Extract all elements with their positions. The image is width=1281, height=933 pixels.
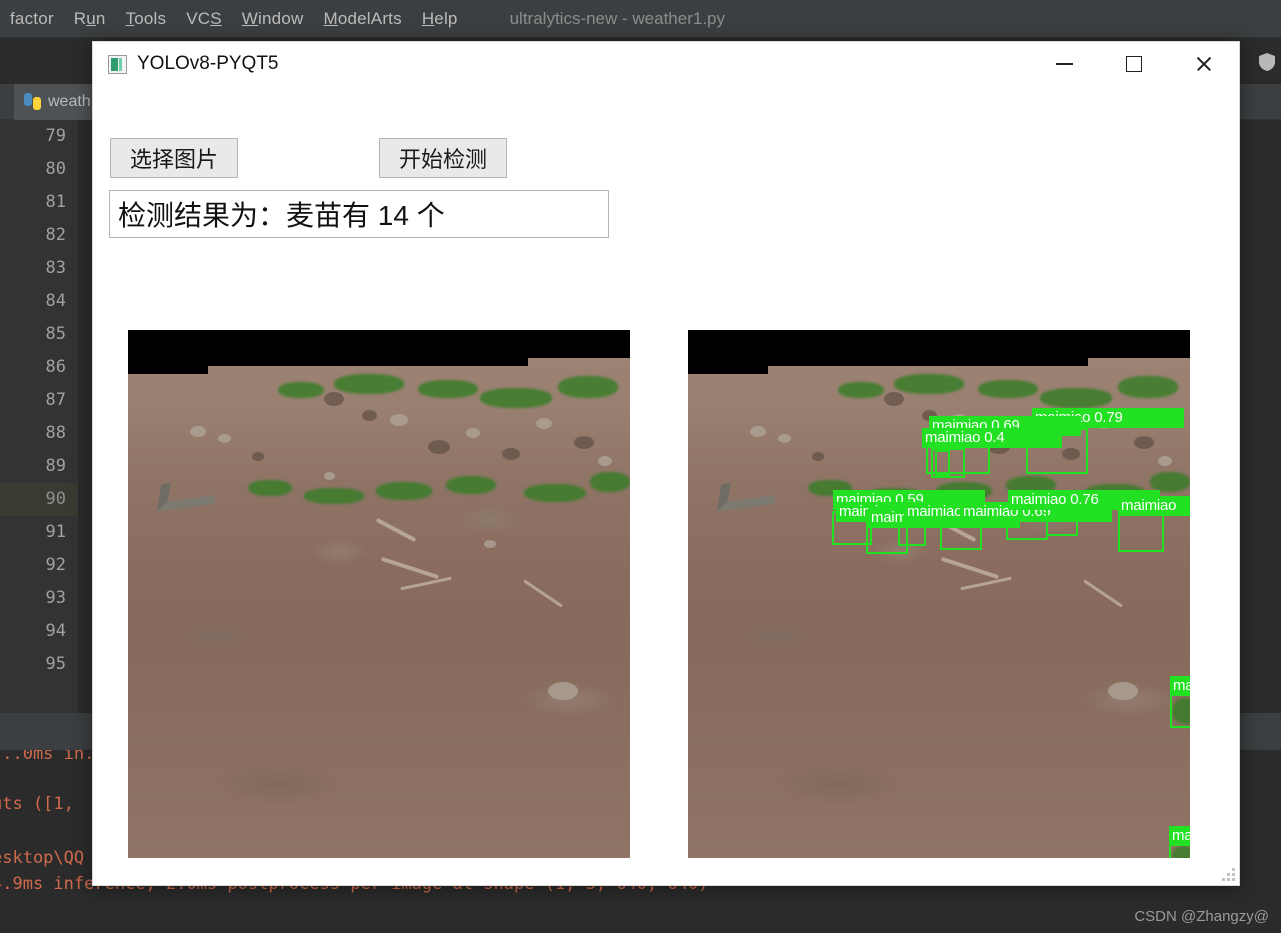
minimize-button[interactable] xyxy=(1029,42,1099,86)
menu-item-tools[interactable]: Tools xyxy=(116,9,177,29)
dialog-body: 选择图片 开始检测 检测结果为：麦苗有 14 个 0.79 maimiao 0.… xyxy=(93,86,1239,885)
gutter-line: 83 xyxy=(45,258,66,278)
resize-grip[interactable] xyxy=(1219,865,1235,881)
menu-item-vcs[interactable]: VCS xyxy=(176,9,232,29)
detection-box xyxy=(1118,510,1164,552)
gutter-line: 81 xyxy=(45,192,66,212)
editor-tab-weather1[interactable]: weath xyxy=(14,83,101,120)
minimize-icon xyxy=(1055,63,1073,65)
detected-image-panel[interactable]: maimiao 0.79maimiao 0.69maimiao 0.4maimi… xyxy=(688,330,1190,858)
ide-project-title: ultralytics-new - weather1.py xyxy=(509,8,726,28)
console-line: uts ([1, xyxy=(0,794,74,814)
gutter-line-active: 90 xyxy=(0,483,78,516)
menu-item-help[interactable]: Help xyxy=(412,9,468,29)
letterbox-band xyxy=(768,330,1088,366)
editor-tab-label: weath xyxy=(48,92,91,110)
start-detect-button[interactable]: 开始检测 xyxy=(379,138,507,178)
gutter-line: 95 xyxy=(0,648,108,681)
python-file-icon xyxy=(24,93,41,110)
detection-label: maimiao xyxy=(1118,496,1190,516)
editor-gutter: 79 80 81 82 83 84 85 86 87 88 89 90 91 9… xyxy=(0,120,108,720)
gutter-line: 80 xyxy=(45,159,66,179)
detection-box xyxy=(1046,508,1078,536)
detection-box xyxy=(935,450,950,476)
detection-label: ma xyxy=(1169,826,1190,846)
letterbox-band xyxy=(1088,330,1190,358)
gutter-line: 89 xyxy=(45,456,66,476)
gutter-line: 87 xyxy=(45,390,66,410)
dialog-title: YOLOv8-PYQT5 xyxy=(137,53,279,74)
gutter-line: 94 xyxy=(45,621,66,641)
gutter-line: 88 xyxy=(45,423,66,443)
yolov8-pyqt5-window[interactable]: YOLOv8-PYQT5 选择图片 开始检测 检测结果为：麦苗有 14 个 0.… xyxy=(92,41,1240,886)
gutter-line: 82 xyxy=(45,225,66,245)
dialog-title-bar[interactable]: YOLOv8-PYQT5 xyxy=(93,42,1239,86)
ide-menu-bar: factor Run Tools VCS Window ModelArts He… xyxy=(0,0,1281,37)
menu-item-run[interactable]: Run xyxy=(64,9,116,29)
detection-result-field: 检测结果为：麦苗有 14 个 xyxy=(109,190,609,238)
close-icon xyxy=(1195,55,1213,73)
menu-item-modelarts[interactable]: ModelArts xyxy=(313,9,411,29)
app-icon xyxy=(108,54,127,74)
gutter-line: 85 xyxy=(45,324,66,344)
shield-icon[interactable] xyxy=(1257,51,1277,73)
gutter-line: 91 xyxy=(45,522,66,542)
gutter-line: 93 xyxy=(45,588,66,608)
detection-box xyxy=(1170,694,1190,728)
original-photo xyxy=(128,330,630,858)
menu-bar-separator xyxy=(0,37,1281,38)
original-image-panel[interactable] xyxy=(128,330,630,858)
gutter-line: 84 xyxy=(45,291,66,311)
letterbox-band xyxy=(528,330,630,358)
gutter-line-label: 95 xyxy=(45,654,66,674)
gutter-line: 79 xyxy=(45,126,66,146)
csdn-watermark: CSDN @Zhangzy@ xyxy=(1134,908,1269,925)
gutter-line: 86 xyxy=(45,357,66,377)
letterbox-band xyxy=(128,330,208,374)
detection-label: mai xyxy=(1170,676,1190,696)
console-line: esktop\QQ xyxy=(0,848,85,868)
select-image-button[interactable]: 选择图片 xyxy=(110,138,238,178)
maximize-button[interactable] xyxy=(1099,42,1169,86)
menu-item-window[interactable]: Window xyxy=(232,9,314,29)
maximize-icon xyxy=(1126,56,1142,72)
detection-label: maimiao 0.4 xyxy=(922,428,1062,448)
gutter-line: 92 xyxy=(45,555,66,575)
letterbox-band xyxy=(688,330,768,374)
menu-item-factor[interactable]: factor xyxy=(0,9,64,29)
close-button[interactable] xyxy=(1169,42,1239,86)
letterbox-band xyxy=(208,330,528,366)
